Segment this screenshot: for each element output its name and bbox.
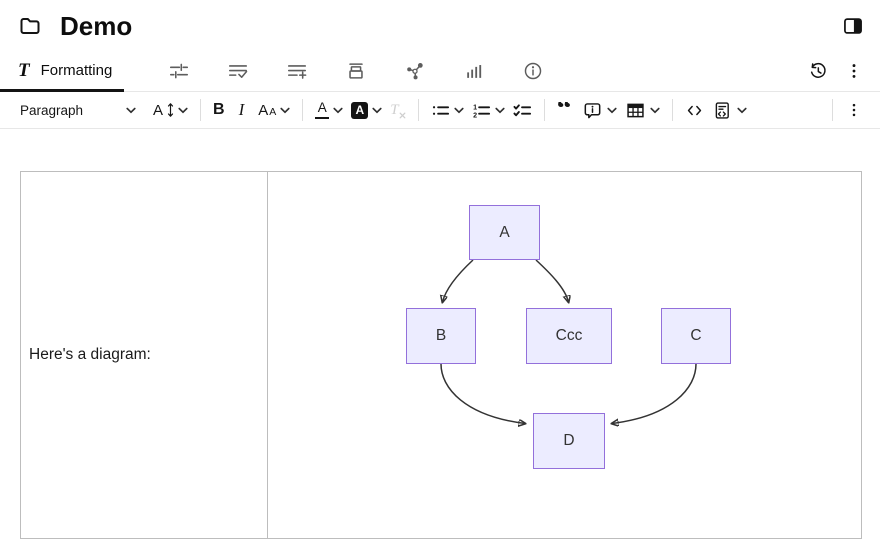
text-case-button[interactable]: AA: [254, 95, 294, 125]
code-block-button[interactable]: [708, 95, 751, 125]
tab-list-add[interactable]: [267, 50, 326, 91]
code-block-icon: [712, 100, 733, 121]
bullet-list-icon: [431, 101, 450, 120]
left-cell-text: Here's a diagram:: [29, 346, 151, 364]
toolbar-overflow-button[interactable]: [841, 95, 867, 125]
formatting-toolbar: Paragraph A B I AA A: [0, 92, 880, 129]
tab-graph[interactable]: [385, 50, 444, 91]
numbered-list-button[interactable]: 1 2: [468, 95, 509, 125]
list-add-icon: [286, 60, 308, 82]
callout-icon: [582, 100, 603, 121]
checklist-icon: [513, 101, 532, 120]
italic-glyph: I: [239, 100, 245, 120]
history-icon: [808, 61, 828, 81]
blockquote-button[interactable]: “: [553, 95, 574, 125]
panel-toggle-icon: [842, 15, 864, 37]
chevron-down-icon: [737, 107, 747, 114]
diagram-node-A[interactable]: A: [469, 205, 540, 260]
text-case-glyph: AA: [258, 102, 276, 119]
table-icon: [625, 100, 646, 121]
bold-glyph: B: [213, 101, 225, 119]
numbered-list-icon: 1 2: [472, 101, 491, 120]
svg-text:2: 2: [473, 111, 477, 119]
toolbar-separator: [544, 99, 545, 121]
block-type-select[interactable]: Paragraph: [20, 95, 136, 125]
font-size-glyph: A: [153, 102, 163, 119]
chevron-down-icon: [178, 107, 188, 114]
callout-button[interactable]: [578, 95, 621, 125]
font-size-button[interactable]: A: [149, 95, 192, 125]
toolbar-separator: [672, 99, 673, 121]
graph-nodes-icon: [404, 60, 426, 82]
chevron-down-icon: [333, 107, 343, 114]
chevron-down-icon: [126, 107, 136, 114]
titlebar: Demo: [0, 0, 880, 50]
adjustments-icon: [168, 60, 190, 82]
diagram: A B Ccc C D: [268, 172, 861, 538]
kebab-menu-icon: [845, 101, 863, 119]
tabbar-spacer: [562, 50, 800, 91]
edge-C-D: [612, 364, 696, 424]
chevron-down-icon: [495, 107, 505, 114]
table-cell-diagram[interactable]: A B Ccc C D: [268, 172, 861, 538]
more-menu-button[interactable]: [836, 50, 872, 91]
chevron-down-icon: [607, 107, 617, 114]
text-color-button[interactable]: A: [311, 95, 347, 125]
block-type-value: Paragraph: [20, 103, 83, 118]
toolbar-separator: [832, 99, 833, 121]
bar-chart-icon: [463, 60, 485, 82]
highlight-icon: A: [351, 102, 368, 119]
tabbar: T Formatting: [0, 50, 880, 92]
archive-icon: [345, 60, 367, 82]
tab-adjustments[interactable]: [149, 50, 208, 91]
highlight-button[interactable]: A: [347, 95, 386, 125]
svg-text:1: 1: [473, 103, 477, 111]
active-tab-underline: [0, 89, 124, 92]
toolbar-separator: [418, 99, 419, 121]
list-check-icon: [227, 60, 249, 82]
tab-chart[interactable]: [444, 50, 503, 91]
checklist-button[interactable]: [509, 95, 536, 125]
toolbar-separator: [302, 99, 303, 121]
formatting-tab-glyph: T: [18, 60, 30, 82]
toolbar-separator: [200, 99, 201, 121]
quote-icon: “: [557, 102, 570, 119]
clear-formatting-button[interactable]: T: [386, 95, 409, 125]
inline-code-button[interactable]: [681, 95, 708, 125]
info-icon: [522, 60, 544, 82]
diagram-node-C[interactable]: C: [661, 308, 731, 364]
tab-list-check[interactable]: [208, 50, 267, 91]
chevron-down-icon: [454, 107, 464, 114]
edge-B-D: [441, 364, 525, 424]
chevron-down-icon: [650, 107, 660, 114]
italic-button[interactable]: I: [235, 95, 249, 125]
chevron-down-icon: [372, 107, 382, 114]
kebab-menu-icon: [844, 61, 864, 81]
text-color-icon: A: [315, 101, 329, 119]
history-button[interactable]: [800, 50, 836, 91]
font-size-arrow-icon: [167, 102, 174, 118]
diagram-node-B[interactable]: B: [406, 308, 476, 364]
formatting-tab-label: Formatting: [41, 62, 113, 79]
clear-formatting-icon: T: [390, 102, 405, 119]
content-table: Here's a diagram: A B Ccc: [20, 171, 862, 539]
tab-archive[interactable]: [326, 50, 385, 91]
table-cell-text[interactable]: Here's a diagram:: [21, 172, 268, 538]
table-button[interactable]: [621, 95, 664, 125]
edge-A-Ccc: [536, 260, 569, 302]
edge-A-B: [443, 260, 474, 302]
diagram-node-Ccc[interactable]: Ccc: [526, 308, 612, 364]
page-title: Demo: [60, 11, 132, 42]
tab-formatting[interactable]: T Formatting: [0, 50, 132, 91]
chevron-down-icon: [280, 107, 290, 114]
panel-toggle-button[interactable]: [840, 13, 866, 39]
bold-button[interactable]: B: [209, 95, 229, 125]
tab-info[interactable]: [503, 50, 562, 91]
folder-icon: [18, 14, 42, 38]
inline-code-icon: [685, 101, 704, 120]
diagram-node-D[interactable]: D: [533, 413, 605, 469]
bullet-list-button[interactable]: [427, 95, 468, 125]
